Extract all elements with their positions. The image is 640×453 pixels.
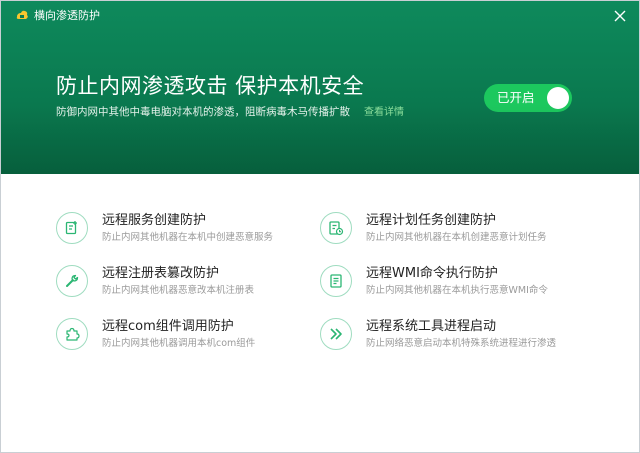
feature-title: 远程计划任务创建防护 [366,213,497,228]
title-bar: 横向渗透防护 [1,1,639,31]
close-icon[interactable] [613,9,627,23]
feature-registry-tamper: 远程注册表篡改防护 防止内网其他机器恶意改本机注册表 [56,264,316,308]
forward-arrows-icon [320,318,352,350]
wmi-command-icon [320,265,352,297]
toggle-knob [547,87,569,109]
app-title: 横向渗透防护 [34,9,100,22]
feature-desc: 防止内网其他机器在本机中创建恶意服务 [102,232,274,243]
puzzle-icon [56,318,88,350]
wrench-icon [56,265,88,297]
protection-toggle[interactable]: 已开启 [484,84,572,112]
header-banner: 横向渗透防护 防止内网渗透攻击 保护本机安全 防御内网中其他中毒电脑对本机的渗透… [1,1,639,174]
toggle-label: 已开启 [497,90,535,105]
feature-system-tool: 远程系统工具进程启动 防止网络恶意启动本机特殊系统进程进行渗透 [320,317,580,361]
feature-desc: 防止内网其他机器在本机执行恶意WMI命令 [366,285,548,296]
feature-desc: 防止网络恶意启动本机特殊系统进程进行渗透 [366,338,557,349]
feature-title: 远程系统工具进程启动 [366,319,497,334]
feature-service-create: 远程服务创建防护 防止内网其他机器在本机中创建恶意服务 [56,211,316,255]
page-subline: 防御内网中其他中毒电脑对本机的渗透，阻断病毒木马传播扩散 [56,106,350,118]
feature-title: 远程WMI命令执行防护 [366,266,498,281]
service-create-icon [56,212,88,244]
page-headline: 防止内网渗透攻击 保护本机安全 [56,74,365,98]
app-window: 横向渗透防护 防止内网渗透攻击 保护本机安全 防御内网中其他中毒电脑对本机的渗透… [0,0,640,453]
view-details-link[interactable]: 查看详情 [364,106,404,120]
app-logo-icon [16,10,28,19]
feature-desc: 防止内网其他机器调用本机com组件 [102,338,256,349]
feature-title: 远程服务创建防护 [102,213,207,228]
feature-desc: 防止内网其他机器恶意改本机注册表 [102,285,255,296]
feature-title: 远程注册表篡改防护 [102,266,220,281]
feature-com-call: 远程com组件调用防护 防止内网其他机器调用本机com组件 [56,317,316,361]
scheduled-task-icon [320,212,352,244]
feature-title: 远程com组件调用防护 [102,319,234,334]
feature-desc: 防止内网其他机器在本机创建恶意计划任务 [366,232,547,243]
feature-scheduled-task: 远程计划任务创建防护 防止内网其他机器在本机创建恶意计划任务 [320,211,580,255]
feature-wmi-command: 远程WMI命令执行防护 防止内网其他机器在本机执行恶意WMI命令 [320,264,580,308]
